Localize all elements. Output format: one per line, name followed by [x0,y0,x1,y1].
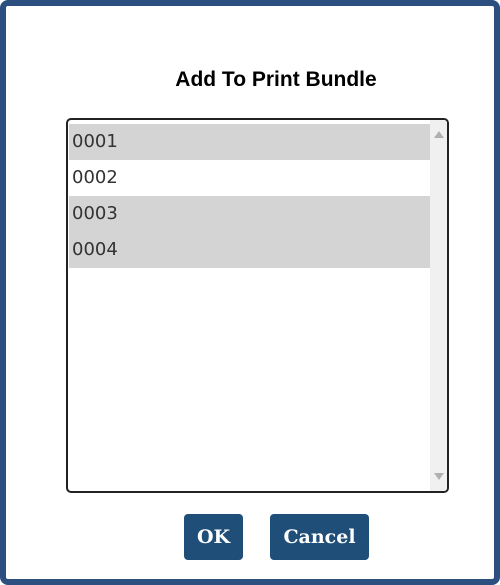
list-item[interactable]: 0002 [69,160,431,196]
dialog-title: Add To Print Bundle [175,68,377,91]
print-bundle-dialog: Add To Print Bundle 0001 0002 0003 0004 … [0,0,500,585]
list-item[interactable]: 0001 [69,124,431,160]
bundle-listbox[interactable]: 0001 0002 0003 0004 [66,118,449,493]
bundle-list: 0001 0002 0003 0004 [69,124,431,268]
ok-button[interactable]: OK [184,514,243,560]
list-item[interactable]: 0003 [69,196,431,232]
scroll-up-icon[interactable] [430,126,447,143]
scroll-down-icon[interactable] [430,468,447,485]
list-item[interactable]: 0004 [69,232,431,268]
vertical-scrollbar[interactable] [430,120,447,491]
cancel-button[interactable]: Cancel [270,514,369,560]
